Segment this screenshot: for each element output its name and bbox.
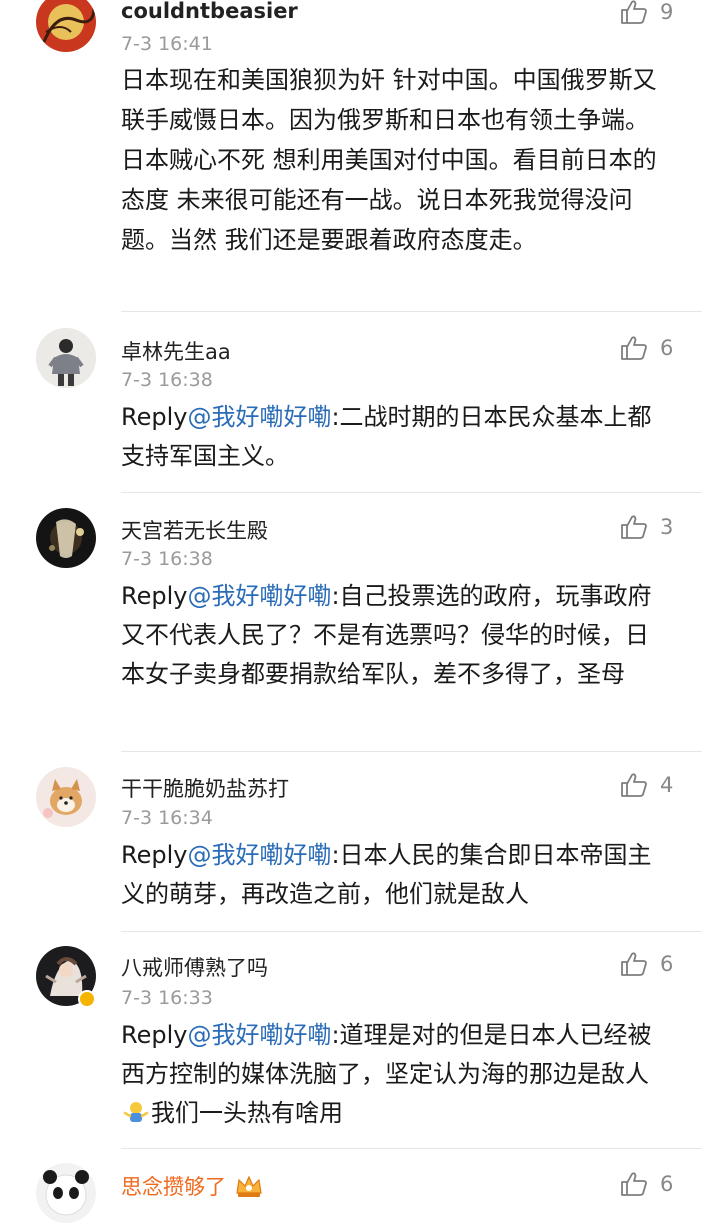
comment-divider [121,1148,702,1149]
thumbs-up-icon [621,515,647,539]
username[interactable]: 天宫若无长生殿 [121,515,268,545]
emoji-shrug-icon [123,1102,149,1122]
comment-divider [121,751,702,752]
user-avatar[interactable] [36,1163,96,1223]
like-button[interactable]: 6 [620,950,673,978]
comment-divider [121,492,702,493]
like-count: 9 [660,0,674,24]
comment-text: 日本现在和美国狼狈为奸 针对中国。中国俄罗斯又联手威慑日本。因为俄罗斯和日本也有… [121,60,666,260]
comment-divider [121,311,702,312]
thumbs-up-icon [621,773,647,797]
comment-time: 7-3 16:38 [121,548,213,570]
mention-link[interactable]: @我好嘞好嘞 [187,841,331,869]
comment-content-tail: 我们一头热有啥用 [151,1099,343,1127]
username[interactable]: 思念攒够了 [121,1171,264,1201]
like-button[interactable]: 6 [620,334,673,362]
comment-text: Reply@我好嘞好嘞:二战时期的日本民众基本上都支持军国主义。 [121,398,666,476]
username[interactable]: 干干脆脆奶盐苏打 [121,773,289,803]
reply-label: Reply [121,841,188,869]
thumbs-up-icon [621,336,647,360]
comment-text: Reply@我好嘞好嘞:道理是对的但是日本人已经被西方控制的媒体洗脑了，坚定认为… [121,1016,666,1133]
like-count: 6 [660,1172,674,1196]
comment-time: 7-3 16:33 [121,987,213,1009]
reply-label: Reply [121,582,188,610]
mention-link[interactable]: @我好嘞好嘞 [187,582,331,610]
comment-divider [121,931,702,932]
comment-time: 7-3 16:41 [121,33,213,55]
like-button[interactable]: 6 [620,1170,673,1198]
like-count: 3 [660,515,674,539]
username[interactable]: 卓林先生aa [121,336,231,366]
comment-time: 7-3 16:34 [121,807,213,829]
comment-time: 7-3 16:38 [121,369,213,391]
reply-label: Reply [121,1021,188,1049]
like-button[interactable]: 3 [620,513,673,541]
like-count: 6 [660,952,674,976]
comment-content: 日本现在和美国狼狈为奸 针对中国。中国俄罗斯又联手威慑日本。因为俄罗斯和日本也有… [121,66,657,254]
thumbs-up-icon [621,0,647,24]
comment-text: Reply@我好嘞好嘞:自己投票选的政府，玩事政府又不代表人民了？不是有选票吗？… [121,577,666,694]
user-avatar[interactable] [36,767,96,827]
like-count: 6 [660,336,674,360]
user-avatar[interactable] [36,328,96,388]
crown-badge-icon [236,1175,262,1197]
username[interactable]: couldntbeasier [121,0,298,23]
username[interactable]: 八戒师傅熟了吗 [121,952,268,982]
reply-label: Reply [121,403,188,431]
user-avatar[interactable] [36,508,96,568]
verified-badge-icon [78,990,96,1008]
comment-text: Reply@我好嘞好嘞:日本人民的集合即日本帝国主义的萌芽，再改造之前，他们就是… [121,836,666,914]
mention-link[interactable]: @我好嘞好嘞 [187,1021,331,1049]
mention-link[interactable]: @我好嘞好嘞 [187,403,331,431]
like-count: 4 [660,773,674,797]
like-button[interactable]: 4 [620,771,673,799]
thumbs-up-icon [621,952,647,976]
thumbs-up-icon [621,1172,647,1196]
like-button[interactable]: 9 [620,0,673,26]
user-avatar[interactable] [36,0,96,52]
username-text[interactable]: 思念攒够了 [121,1171,226,1201]
